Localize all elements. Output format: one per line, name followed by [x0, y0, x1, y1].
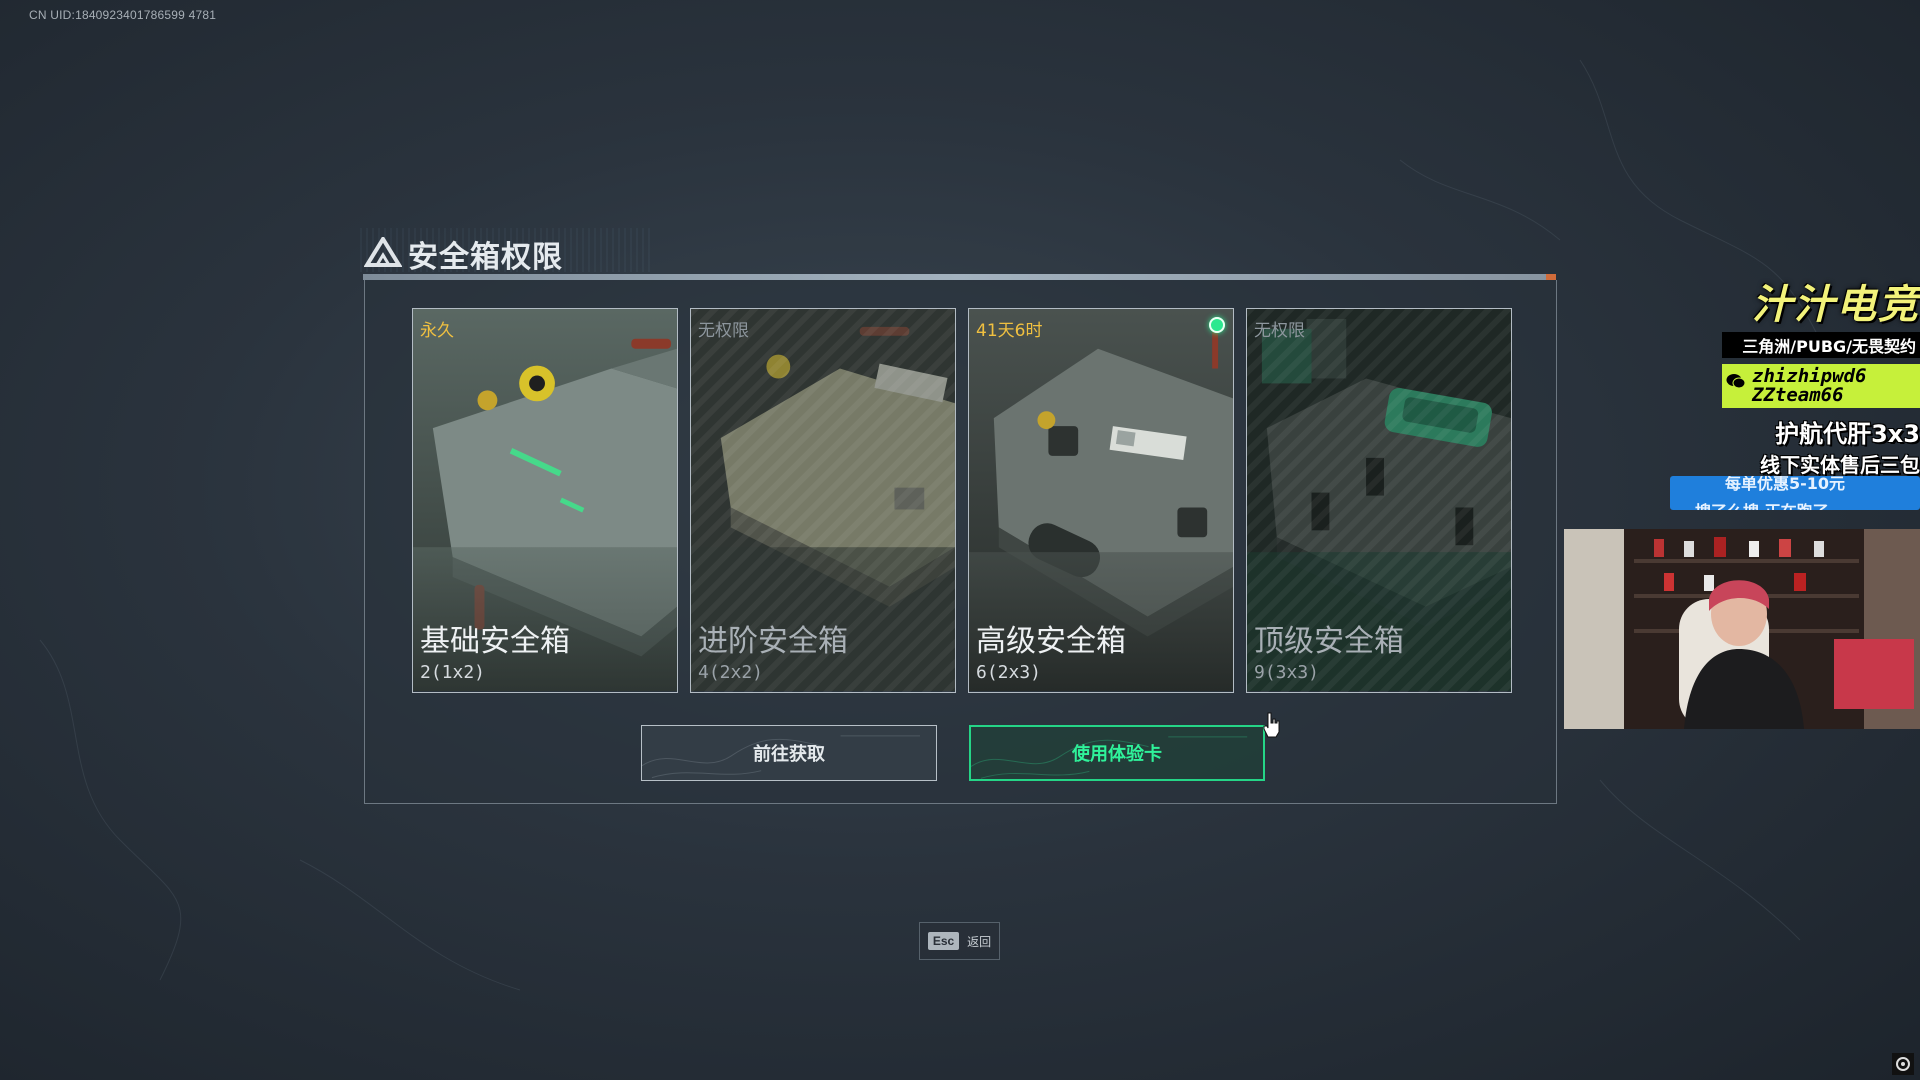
card-capacity: 6(2x3)	[976, 662, 1042, 683]
ad-line-2: 线下实体售后三包	[1760, 453, 1920, 477]
card-status: 无权限	[1254, 321, 1305, 341]
dialog-title: 安全箱权限	[408, 240, 563, 275]
user-uid: CN UID:1840923401786599 4781	[29, 8, 217, 22]
safe-box-card-basic[interactable]: 永久 基础安全箱 2(1x2)	[412, 308, 678, 693]
streamer-ad-overlay: 汁汁电竞 三角洲/PUBG/无畏契约 zhizhipwd6 ZZteam66 护…	[1722, 272, 1920, 478]
card-capacity: 2(1x2)	[420, 662, 486, 683]
use-trial-card-label: 使用体验卡	[1072, 744, 1162, 765]
settings-corner-icon[interactable]	[1892, 1053, 1914, 1075]
ad-brand: 汁汁电竞	[1752, 282, 1920, 328]
webcam-feed	[1564, 529, 1920, 729]
ad-games: 三角洲/PUBG/无畏契约	[1722, 332, 1920, 358]
card-capacity: 4(2x2)	[698, 662, 764, 683]
promo-banner-text-1: 每单优惠5-10元	[1725, 476, 1846, 493]
safe-box-card-advanced[interactable]: 无权限 进阶安全箱 4(2x2)	[690, 308, 956, 693]
card-capacity: 9(3x3)	[1254, 662, 1320, 683]
esc-back-hint[interactable]: Esc 返回	[919, 922, 1000, 960]
hand-cursor-icon	[1263, 712, 1280, 738]
safe-box-card-top[interactable]: 无权限 顶级安全箱 9(3x3)	[1246, 308, 1512, 693]
ad-wechat-id-2: ZZteam66	[1752, 384, 1844, 406]
safe-box-card-premium[interactable]: 41天6时 高级安全箱 6(2x3)	[968, 308, 1234, 693]
card-name: 基础安全箱	[420, 624, 570, 659]
use-trial-card-button[interactable]: 使用体验卡	[969, 725, 1265, 781]
ad-line-1: 护航代肝3x3	[1775, 420, 1920, 448]
card-status: 无权限	[698, 321, 749, 341]
go-obtain-button[interactable]: 前往获取	[641, 725, 937, 781]
card-status: 永久	[420, 321, 454, 341]
go-obtain-label: 前往获取	[753, 744, 825, 765]
card-name: 高级安全箱	[976, 624, 1126, 659]
card-status: 41天6时	[976, 321, 1043, 341]
promo-banner-text-2: 搜了么搜 正在跑了	[1695, 498, 1829, 510]
wechat-icon	[1726, 374, 1746, 389]
esc-label: 返回	[967, 934, 992, 949]
card-name: 进阶安全箱	[698, 624, 848, 659]
active-indicator-icon	[1209, 317, 1225, 333]
card-name: 顶级安全箱	[1254, 624, 1404, 659]
safe-box-cards: 永久 基础安全箱 2(1x2) 无权限 进阶安全箱 4(2x2) 41天6时 高…	[412, 308, 1518, 693]
dialog-header: 安全箱权限	[364, 230, 634, 275]
promo-banner: 每单优惠5-10元 搜了么搜 正在跑了	[1670, 476, 1920, 510]
esc-key: Esc	[927, 932, 960, 950]
delta-logo-icon	[364, 237, 402, 267]
ad-wechat-block: zhizhipwd6 ZZteam66	[1722, 364, 1920, 408]
